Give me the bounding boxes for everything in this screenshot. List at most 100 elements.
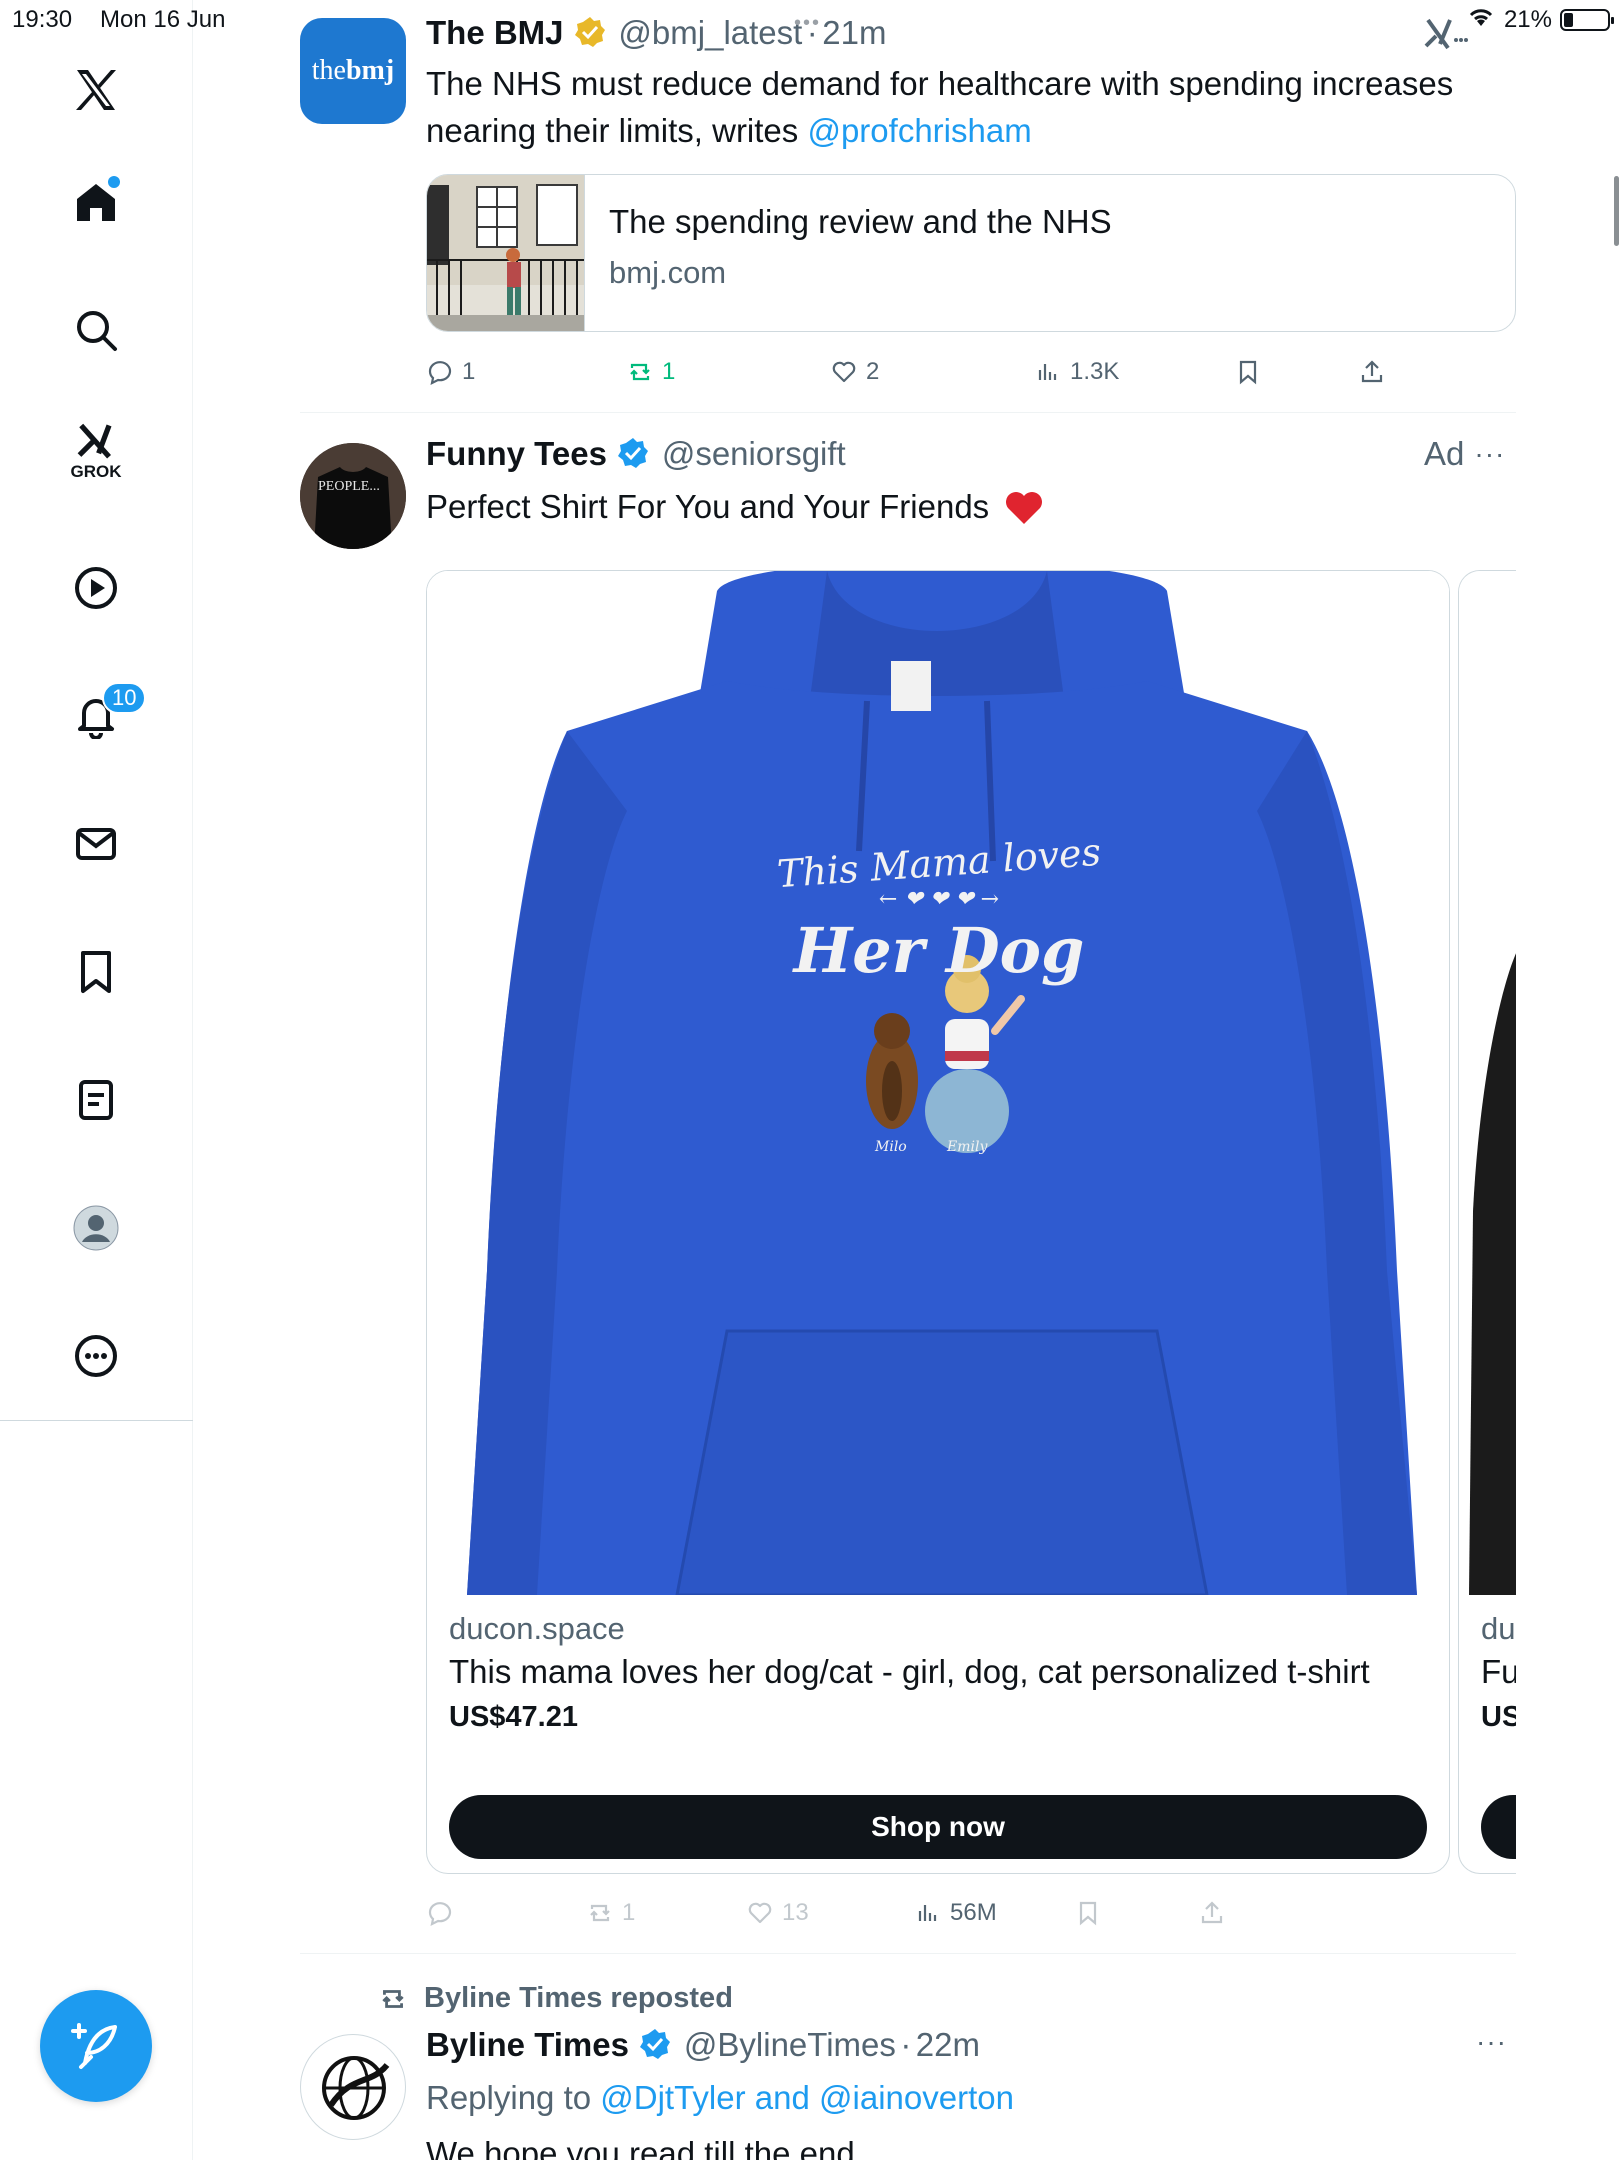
replying-to-users[interactable]: @DjtTyler and @iainoverton — [600, 2079, 1014, 2116]
ad-card-2-domain: ducon.space — [1481, 1611, 1516, 1646]
tweet-text: The NHS must reduce demand for healthcar… — [426, 60, 1516, 154]
ad-label: Ad — [1424, 435, 1465, 472]
replying-to-prefix: Replying to — [426, 2079, 601, 2116]
grok-label: GROK — [70, 462, 122, 481]
like-button[interactable]: 2 — [830, 358, 879, 386]
author-handle[interactable]: @seniorsgift — [662, 435, 846, 472]
tweet-bmj[interactable]: thebmj The BMJ @bmj_latest · 21m The NHS… — [300, 0, 1516, 412]
views-chart-icon — [918, 1905, 937, 1921]
person-name-label: Emily — [947, 1139, 988, 1155]
avatar-shirt-text: PEOPLE... — [318, 479, 380, 494]
more-options-icon[interactable] — [66, 1326, 126, 1386]
reply-button[interactable] — [426, 1899, 454, 1927]
page-scrollbar[interactable] — [1614, 176, 1619, 246]
tweet-funny-tees-ad[interactable]: PEOPLE... Funny Tees @seniorsgift Ad ···… — [300, 413, 1516, 1953]
author-name[interactable]: Byline Times — [426, 2026, 629, 2063]
views-button[interactable]: 56M — [914, 1899, 997, 1927]
share-icon — [1201, 1901, 1223, 1924]
link-preview-card[interactable]: The spending review and the NHS bmj.com — [426, 174, 1516, 332]
sidebar: GROK 10 — [0, 0, 193, 2160]
ad-card-price: US$47.21 — [449, 1701, 578, 1733]
status-right: 21% — [1466, 4, 1614, 35]
tweet-text-body: Perfect Shirt For You and Your Friends — [426, 488, 990, 525]
hoodie-product-image: This Mama loves ← ❤ ❤ ❤ → Her Dog Milo E… — [427, 571, 1449, 1597]
reply-icon — [428, 361, 452, 385]
bookmark-button[interactable] — [1234, 358, 1262, 386]
battery-icon — [1560, 8, 1614, 31]
bookmark-button[interactable] — [1074, 1899, 1102, 1927]
share-icon — [1361, 360, 1383, 383]
tweet-byline-times[interactable]: Byline Times reposted Byline Times @Byli… — [300, 1954, 1516, 2160]
author-name[interactable]: Funny Tees — [426, 435, 607, 472]
status-bar: 19:30 Mon 16 Jun ••• 21% — [0, 0, 1620, 40]
byline-times-avatar[interactable] — [300, 2034, 406, 2140]
repost-count: 1 — [662, 358, 676, 385]
tweet-actions: 1 1 2 1.3K — [426, 352, 1516, 392]
link-card-domain: bmj.com — [609, 255, 727, 290]
ad-carousel-card-1[interactable]: This Mama loves ← ❤ ❤ ❤ → Her Dog Milo E… — [426, 570, 1450, 1874]
reply-icon — [428, 1902, 452, 1926]
x-logo-icon[interactable] — [66, 60, 126, 120]
blue-verified-badge-icon — [618, 438, 649, 468]
status-date: Mon 16 Jun — [100, 6, 226, 33]
mention-link[interactable]: @profchrisham — [807, 112, 1031, 149]
view-count: 1.3K — [1070, 358, 1120, 385]
shop-now-button[interactable]: Shop now — [449, 1795, 1427, 1859]
notification-count-badge: 10 — [102, 682, 147, 714]
lists-icon[interactable] — [66, 1070, 126, 1130]
grok-icon[interactable]: GROK — [66, 420, 126, 481]
heart-icon — [832, 361, 856, 383]
repost-button[interactable]: 1 — [626, 358, 675, 386]
ad-label-group: Ad ··· — [1424, 435, 1505, 473]
profile-avatar-icon[interactable] — [66, 1198, 126, 1258]
reply-button[interactable]: 1 — [426, 358, 475, 386]
link-thumbnail-image — [427, 175, 585, 331]
repost-icon — [590, 1904, 610, 1922]
view-count: 56M — [950, 1899, 997, 1926]
status-time: 19:30 — [12, 6, 73, 33]
author-handle[interactable]: @BylineTimes — [684, 2026, 896, 2063]
more-options-icon[interactable]: ··· — [1476, 2026, 1507, 2058]
bookmark-icon — [1239, 360, 1257, 385]
views-chart-icon — [1038, 364, 1057, 380]
home-timeline: thebmj The BMJ @bmj_latest · 21m The NHS… — [300, 0, 1619, 2160]
ad-carousel-card-2[interactable]: ducon.space Funny US$ — [1458, 570, 1516, 1874]
home-icon[interactable] — [66, 172, 126, 232]
funny-tees-avatar[interactable]: PEOPLE... — [300, 443, 406, 549]
repost-button[interactable]: 1 — [586, 1899, 635, 1927]
tweet-time[interactable]: 22m — [916, 2026, 980, 2063]
home-unread-dot — [108, 176, 120, 188]
repost-icon — [630, 363, 650, 381]
sidebar-divider — [0, 1420, 193, 1421]
heart-icon — [748, 1902, 772, 1924]
ad-card-domain: ducon.space — [449, 1611, 625, 1646]
messages-envelope-icon[interactable] — [66, 814, 126, 874]
tweet-header: Byline Times @BylineTimes · 22m — [426, 2026, 980, 2064]
views-button[interactable]: 1.3K — [1034, 358, 1119, 386]
replying-to-line: Replying to @DjtTyler and @iainoverton — [426, 2074, 1516, 2121]
repost-count: 1 — [622, 1899, 636, 1926]
red-heart-emoji-icon — [1006, 492, 1043, 524]
avatar-text-bmj: bmj — [345, 55, 395, 86]
repost-context-icon — [382, 1989, 404, 2008]
ad-card-title: This mama loves her dog/cat - girl, dog,… — [449, 1653, 1370, 1690]
like-count: 13 — [782, 1899, 809, 1926]
tweet-header: Funny Tees @seniorsgift — [426, 435, 846, 473]
link-card-title: The spending review and the NHS — [609, 203, 1112, 240]
like-button[interactable]: 13 — [746, 1899, 809, 1927]
tweet-text: Perfect Shirt For You and Your Friends — [426, 483, 1516, 530]
notifications-bell-icon[interactable]: 10 — [66, 682, 147, 746]
ad-card-2-title: Funny — [1481, 1653, 1516, 1690]
ad-card-2-shop-button[interactable] — [1481, 1795, 1516, 1859]
bookmarks-icon[interactable] — [66, 942, 126, 1002]
multitask-dots-icon[interactable]: ••• — [794, 12, 821, 35]
more-options-icon[interactable]: ··· — [1474, 438, 1505, 470]
black-hoodie-product-image — [1459, 571, 1516, 1595]
reposted-by-label[interactable]: Byline Times reposted — [424, 1982, 733, 2015]
repost-context: Byline Times reposted — [376, 1982, 733, 2015]
search-icon[interactable] — [66, 300, 126, 360]
share-button[interactable] — [1198, 1899, 1226, 1927]
compose-post-button[interactable] — [40, 1990, 152, 2102]
share-button[interactable] — [1358, 358, 1386, 386]
video-icon[interactable] — [66, 558, 126, 618]
